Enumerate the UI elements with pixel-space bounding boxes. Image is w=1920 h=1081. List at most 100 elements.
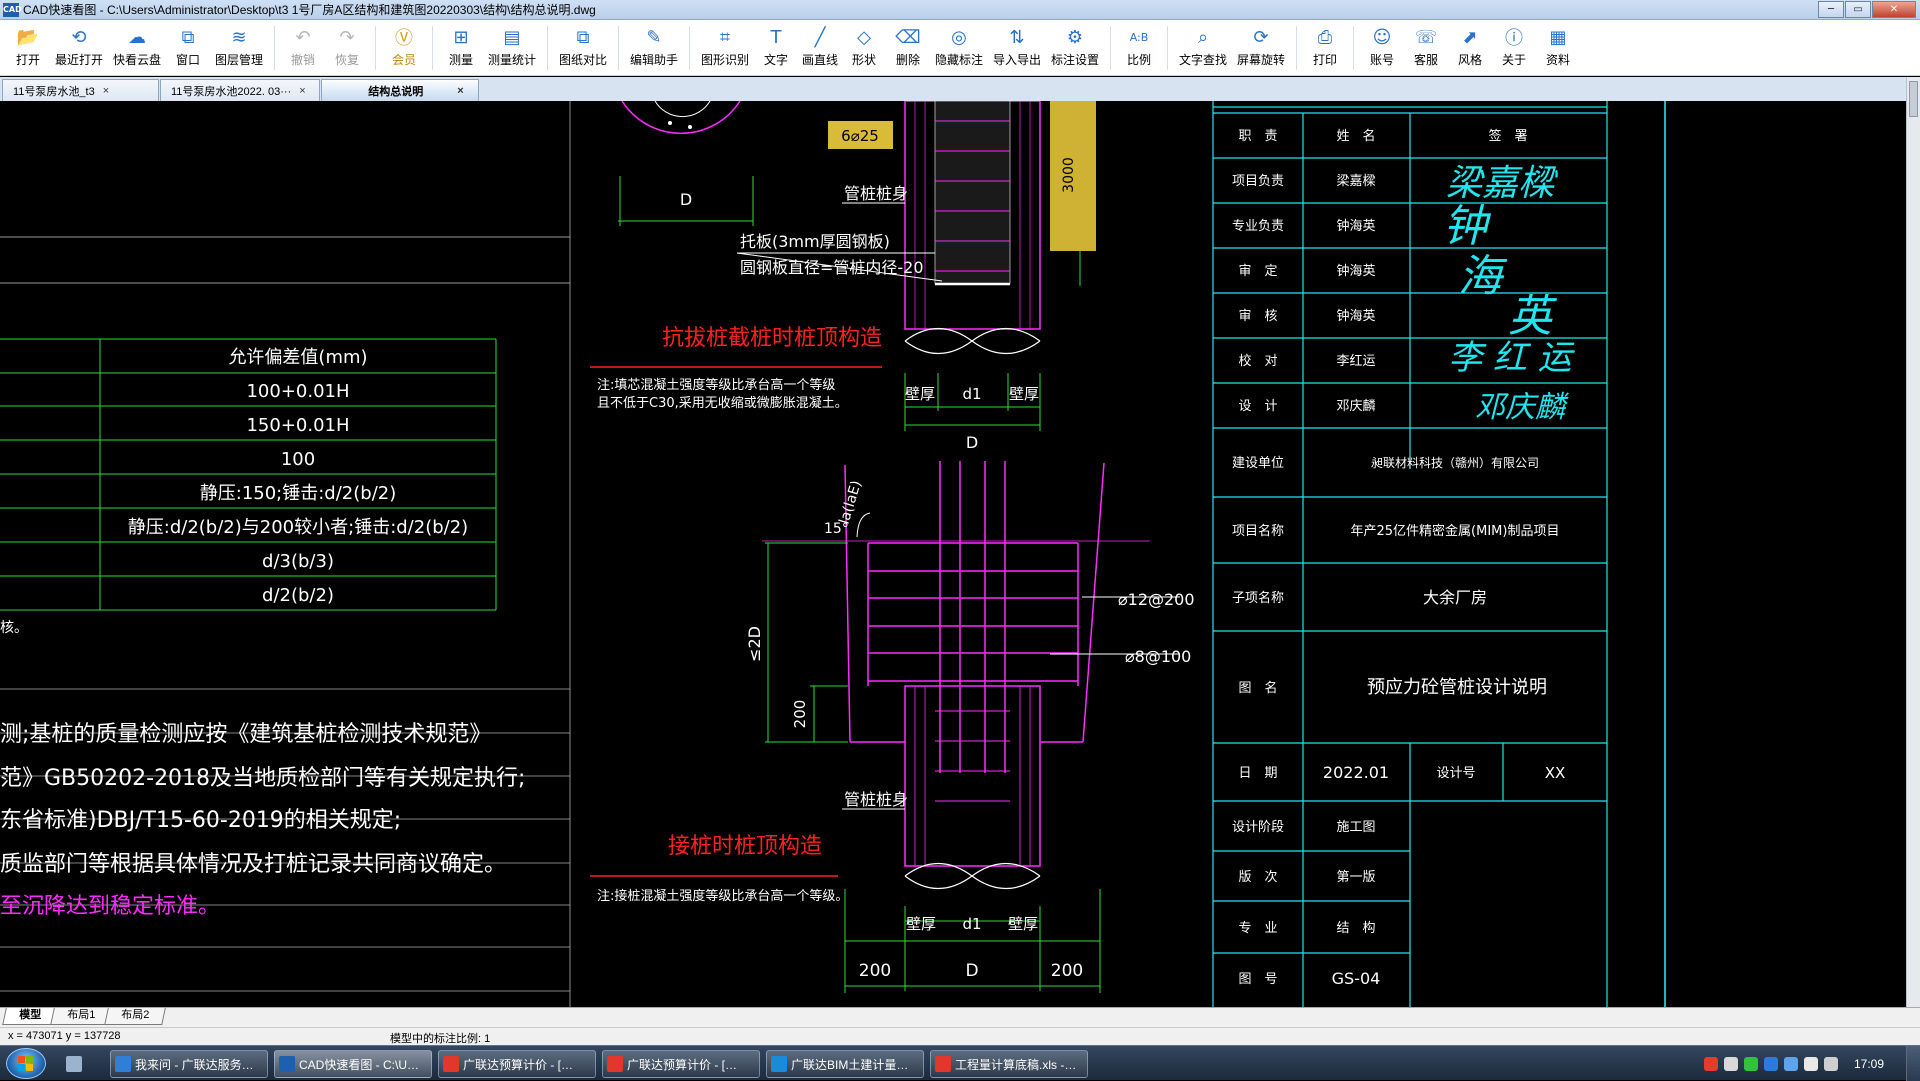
taskbar-item[interactable]: CAD快速看图 - C:\U… [274,1050,432,1078]
detail-top-note-2: 且不低于C30,采用无收缩或微膨胀混凝土。 [597,395,848,411]
tb-name: 邓庆麟 [1336,398,1375,414]
angle-label: 15° [824,521,849,537]
cad-drawing: 允许偏差值(mm) 100+0.01H 150+0.01H 100 静压:150… [0,100,1666,1007]
title-bar: CAD CAD快速看图 - C:\Users\Administrator\Des… [0,0,1920,20]
toolbar-button-line[interactable]: ╱ 画直线 [798,20,842,76]
tb-stage: 施工图 [1336,820,1375,835]
tray-shield-icon[interactable] [1783,1056,1798,1071]
show-desktop-quick-icon[interactable] [62,1050,86,1078]
tb-sub: 大余厂房 [1423,588,1487,607]
tb-role: 审 定 [1238,264,1277,279]
toolbar-button-scale[interactable]: A:B 比例 [1117,20,1161,76]
scrollbar-thumb[interactable] [1909,81,1918,117]
toolbar-label: 图层管理 [214,53,263,67]
taskbar-item[interactable]: 广联达预算计价 - [… [438,1050,596,1078]
toolbar-button-shape-recognition[interactable]: ⌗ 图形识别 [696,20,754,76]
tray-volume-icon[interactable] [1803,1056,1818,1071]
toolbar-button-measure-stats[interactable]: ▤ 测量统计 [483,20,541,76]
toolbar-button-style[interactable]: ⬈ 风格 [1448,20,1492,76]
layout-tab-model[interactable]: 模型 [2,1008,58,1025]
vip-icon: Ⓥ [395,28,413,49]
tray-network-icon[interactable] [1723,1056,1738,1071]
toolbar-button-layers[interactable]: ≋ 图层管理 [210,20,268,76]
toolbar-button-print[interactable]: ⎙ 打印 [1303,20,1347,76]
tb-header-sign: 签 署 [1488,128,1527,144]
dim-wall-left: 壁厚 [905,385,935,403]
tb-project: 年产25亿件精密金属(MIM)制品项目 [1351,523,1560,539]
shape-recognition-icon: ⌗ [719,26,731,48]
doc-tab-3-active[interactable]: 结构总说明 × [321,79,479,101]
start-button[interactable] [6,1048,46,1079]
toolbar-button-text[interactable]: T 文字 [754,20,798,76]
taskbar-app-icon [935,1056,951,1072]
taskbar-item[interactable]: 我来问 - 广联达服务… [110,1050,268,1078]
drawing-canvas[interactable]: 允许偏差值(mm) 100+0.01H 150+0.01H 100 静压:150… [0,100,1906,1007]
tb-client-label: 建设单位 [1232,456,1284,471]
doc-tab-label: 11号泵房水池_t3 [13,85,95,98]
taskbar-clock[interactable]: 17:09 [1854,1057,1884,1071]
toolbar-button-redo[interactable]: ↷ 恢复 [325,20,369,76]
toolbar-label: 导入导出 [992,53,1041,67]
layout-tab-1[interactable]: 布局1 [50,1008,112,1025]
toolbar-label: 屏幕旋转 [1236,53,1285,67]
taskbar-app-icon [279,1056,295,1072]
taskbar-item[interactable]: 广联达BIM土建计量… [766,1050,924,1078]
toolbar-button-history[interactable]: ⟲ 最近打开 [50,20,108,76]
toolbar-button-vip[interactable]: Ⓥ 会员 [382,20,426,76]
toolbar-separator [547,26,548,70]
maximize-button[interactable]: ▭ [1845,1,1871,18]
taskbar-item[interactable]: 广联达预算计价 - [… [602,1050,760,1078]
toolbar-button-account[interactable]: ☺ 账号 [1360,20,1404,76]
detail-bottom-cap [844,461,1105,773]
toolbar-button-text-search[interactable]: ⌕ 文字查找 [1174,20,1232,76]
toolbar-button-hide-annotation[interactable]: ◎ 隐藏标注 [930,20,988,76]
toolbar-button-import-export[interactable]: ⇅ 导入导出 [988,20,1046,76]
tray-flag-icon[interactable] [1823,1056,1838,1071]
doc-tab-1[interactable]: 11号泵房水池_t3 × [2,79,159,101]
windows-taskbar: 我来问 - 广联达服务… CAD快速看图 - C:\U… 广联达预算计价 - [… 广… [0,1045,1920,1081]
toolbar-button-support[interactable]: ☏ 客服 [1404,20,1448,76]
tb-version-label: 版 次 [1238,869,1277,885]
detail-bottom-note: 注:接桩混凝土强度等级比承台高一个等级。 [597,888,848,904]
show-desktop-button[interactable] [1906,1046,1920,1081]
toolbar-label: 标注设置 [1050,53,1099,67]
tray-app-icon[interactable] [1703,1056,1718,1071]
toolbar-button-annotation-settings[interactable]: ⚙ 标注设置 [1046,20,1104,76]
dim-le2d: ≤2D [745,626,764,662]
toolbar-button-window[interactable]: ⧉ 窗口 [166,20,210,76]
toolbar-label: 测量统计 [487,53,536,67]
minimize-button[interactable]: ─ [1818,1,1844,18]
toolbar-button-undo[interactable]: ↶ 撤销 [281,20,325,76]
close-tab-icon[interactable]: × [457,85,463,97]
toolbar-button-compare[interactable]: ⧉ 图纸对比 [554,20,612,76]
signature-block: 梁嘉樑 钟 海 英 李 红 运 邓庆麟 [1443,163,1576,425]
undo-icon: ↶ [295,26,311,48]
toolbar-button-cloud[interactable]: ☁ 快看云盘 [108,20,166,76]
close-tab-icon[interactable]: × [299,85,305,97]
taskbar-item[interactable]: 工程量计算底稿.xls -… [930,1050,1088,1078]
vertical-scrollbar[interactable] [1906,77,1920,1007]
toolbar-button-edit-assistant[interactable]: ✎ 编辑助手 [625,20,683,76]
doc-tab-2[interactable]: 11号泵房水池2022. 03··· × [160,79,320,101]
annotation-scale: 模型中的标注比例: 1 [390,1033,491,1045]
bottom-dims [762,540,1150,993]
toolbar-button-rotate-screen[interactable]: ⟳ 屏幕旋转 [1232,20,1290,76]
close-button[interactable]: ✕ [1872,1,1916,18]
toolbar-label: 隐藏标注 [934,53,983,67]
toolbar-button-resources[interactable]: ▦ 资料 [1536,20,1580,76]
toolbar-button-about[interactable]: ⓘ 关于 [1492,20,1536,76]
tray-wechat-icon[interactable] [1743,1056,1758,1071]
taskbar-item-label: 广联达预算计价 - [… [463,1057,573,1072]
table-cell: 150+0.01H [246,415,349,436]
taskbar-item-label: 工程量计算底稿.xls -… [955,1057,1077,1072]
toolbar-button-shape[interactable]: ◇ 形状 [842,20,886,76]
layout-tab-2[interactable]: 布局2 [104,1008,167,1025]
toolbar-label: 客服 [1413,53,1438,67]
toolbar-button-measure[interactable]: ⊞ 测量 [439,20,483,76]
toolbar-button-eraser[interactable]: ⌫ 删除 [886,20,930,76]
close-tab-icon[interactable]: × [103,85,109,97]
toolbar-label: 最近打开 [54,53,103,67]
toolbar-button-folder[interactable]: 📂 打开 [6,20,50,76]
tray-qq-icon[interactable] [1763,1056,1778,1071]
dim-200-left: 200 [859,961,891,981]
